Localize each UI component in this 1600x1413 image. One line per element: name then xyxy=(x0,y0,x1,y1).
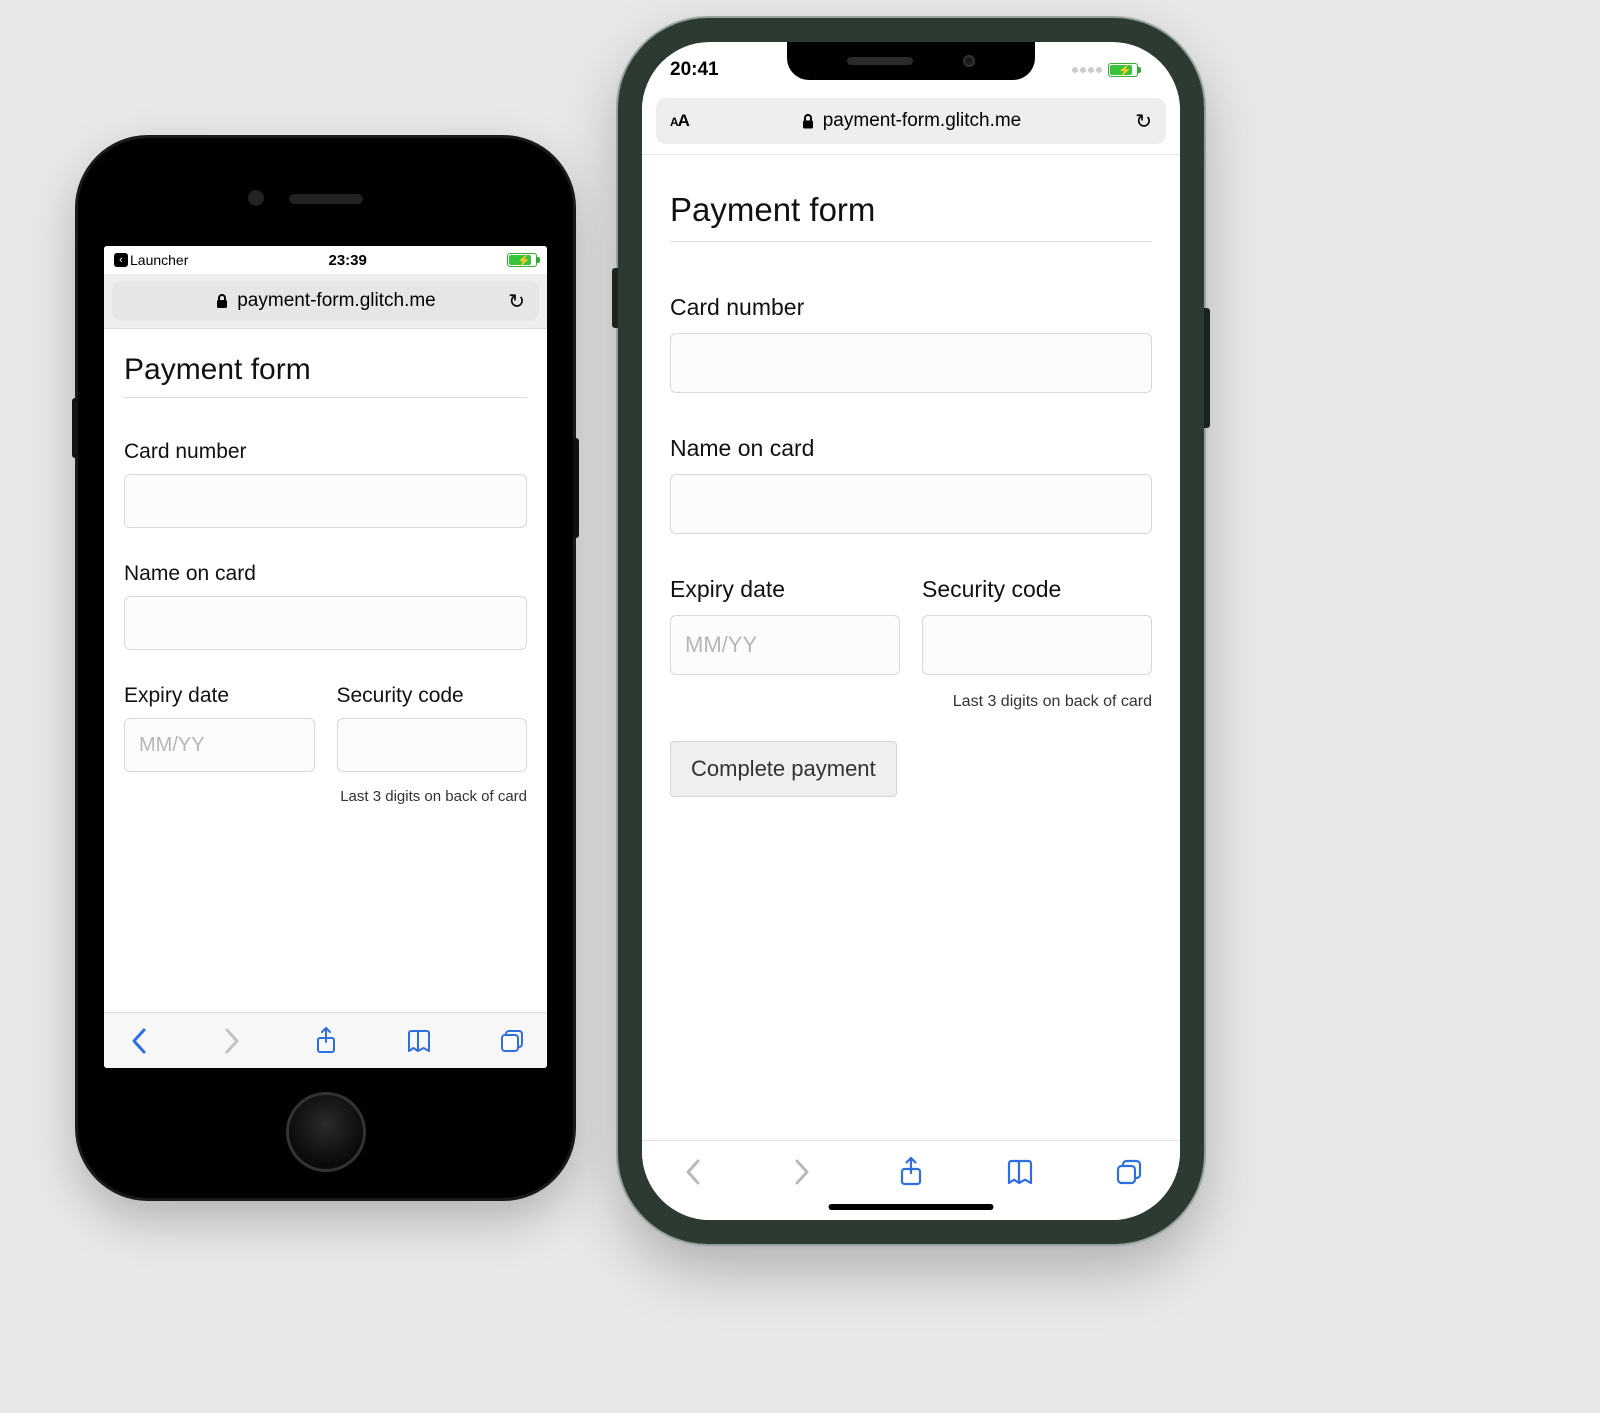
expiry-label: Expiry date xyxy=(124,684,315,708)
card-number-input[interactable] xyxy=(670,333,1152,393)
forward-button[interactable] xyxy=(785,1157,819,1187)
battery-icon: ⚡ xyxy=(507,253,537,267)
page-title: Payment form xyxy=(670,191,1152,242)
name-on-card-label: Name on card xyxy=(670,435,1152,462)
safari-address-bar: AA payment-form.glitch.me ↻ xyxy=(104,274,547,329)
expiry-field: Expiry date xyxy=(670,576,900,675)
security-code-label: Security code xyxy=(337,684,528,708)
earpiece-speaker xyxy=(847,57,913,65)
url-field[interactable]: AA payment-form.glitch.me ↻ xyxy=(656,98,1166,144)
security-code-input[interactable] xyxy=(922,615,1152,675)
bookmarks-button[interactable] xyxy=(402,1028,436,1054)
reload-icon[interactable]: ↻ xyxy=(1135,109,1152,134)
page-title: Payment form xyxy=(124,353,527,398)
webpage-content: Payment form Card number Name on card Ex… xyxy=(642,155,1180,1140)
battery-icon: ⚡ xyxy=(1108,63,1138,77)
security-code-label: Security code xyxy=(922,576,1152,603)
back-button[interactable] xyxy=(676,1157,710,1187)
status-time: 20:41 xyxy=(670,59,719,81)
card-number-label: Card number xyxy=(124,440,527,464)
lock-icon xyxy=(215,293,229,309)
tabs-button[interactable] xyxy=(495,1028,529,1054)
card-number-input[interactable] xyxy=(124,474,527,528)
status-bar: ‹ Launcher 23:39 ⚡ xyxy=(104,246,547,274)
security-code-field: Security code xyxy=(337,684,528,772)
bookmarks-button[interactable] xyxy=(1003,1158,1037,1186)
front-camera xyxy=(248,190,264,206)
front-camera xyxy=(963,55,975,67)
forward-button[interactable] xyxy=(215,1027,249,1055)
security-code-input[interactable] xyxy=(337,718,528,772)
expiry-label: Expiry date xyxy=(670,576,900,603)
lock-icon xyxy=(801,113,815,130)
home-button[interactable] xyxy=(286,1092,366,1172)
name-on-card-input[interactable] xyxy=(670,474,1152,534)
card-number-field: Card number xyxy=(124,440,527,528)
security-code-hint: Last 3 digits on back of card xyxy=(670,693,1152,711)
tabs-button[interactable] xyxy=(1112,1158,1146,1186)
share-button[interactable] xyxy=(309,1026,343,1056)
back-to-app[interactable]: ‹ Launcher xyxy=(114,252,188,268)
webpage-content: Payment form Card number Name on card Ex… xyxy=(104,329,547,1012)
card-number-field: Card number xyxy=(670,294,1152,393)
back-to-app-label: Launcher xyxy=(130,252,188,268)
iphone-11-device: 20:41 ⚡ AA payment-form.glitch.me ↻ Paym… xyxy=(618,18,1204,1244)
name-on-card-field: Name on card xyxy=(124,562,527,650)
status-time: 23:39 xyxy=(329,252,367,269)
expiry-field: Expiry date xyxy=(124,684,315,772)
reload-icon[interactable]: ↻ xyxy=(508,289,525,314)
screen: ‹ Launcher 23:39 ⚡ AA payment-form.glitc… xyxy=(104,246,547,1068)
name-on-card-label: Name on card xyxy=(124,562,527,586)
expiry-input[interactable] xyxy=(124,718,315,772)
url-text: payment-form.glitch.me xyxy=(237,290,436,312)
text-size-button[interactable]: AA xyxy=(670,111,689,131)
iphone-se-device: ‹ Launcher 23:39 ⚡ AA payment-form.glitc… xyxy=(78,138,573,1198)
name-on-card-field: Name on card xyxy=(670,435,1152,534)
card-number-label: Card number xyxy=(670,294,1152,321)
home-indicator[interactable] xyxy=(829,1204,994,1210)
url-text: payment-form.glitch.me xyxy=(823,110,1022,132)
complete-payment-button[interactable]: Complete payment xyxy=(670,741,897,797)
name-on-card-input[interactable] xyxy=(124,596,527,650)
url-field[interactable]: AA payment-form.glitch.me ↻ xyxy=(112,281,539,321)
security-code-field: Security code xyxy=(922,576,1152,675)
chevron-left-icon: ‹ xyxy=(114,253,128,267)
screen: 20:41 ⚡ AA payment-form.glitch.me ↻ Paym… xyxy=(642,42,1180,1220)
safari-address-bar: AA payment-form.glitch.me ↻ xyxy=(642,92,1180,155)
earpiece-speaker xyxy=(289,194,363,204)
security-code-hint: Last 3 digits on back of card xyxy=(124,788,527,805)
back-button[interactable] xyxy=(122,1027,156,1055)
expiry-input[interactable] xyxy=(670,615,900,675)
share-button[interactable] xyxy=(894,1156,928,1188)
safari-toolbar xyxy=(104,1012,547,1068)
cell-signal-icon xyxy=(1072,67,1102,73)
display-notch xyxy=(787,42,1035,80)
